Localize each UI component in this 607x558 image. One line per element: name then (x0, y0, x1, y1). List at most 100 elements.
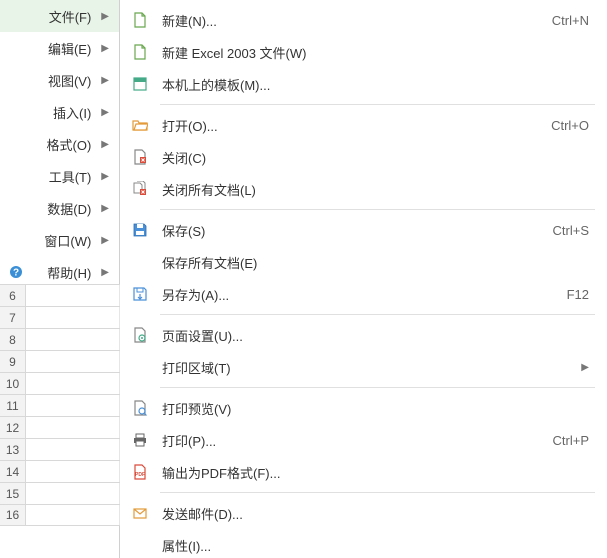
spreadsheet-grid: 6 7 8 9 10 11 12 13 14 15 16 (0, 284, 120, 526)
row-header[interactable]: 15 (0, 483, 26, 504)
close-doc-icon (130, 147, 150, 167)
cell[interactable] (26, 351, 120, 372)
menu-label: 关闭(C) (162, 148, 589, 167)
row-header[interactable]: 8 (0, 329, 26, 350)
menubar-item-file[interactable]: 文件(F) ▶ (0, 0, 119, 32)
menu-templates-local[interactable]: 本机上的模板(M)... (120, 68, 607, 100)
cell[interactable] (26, 439, 120, 460)
menubar-item-window[interactable]: 窗口(W) ▶ (0, 224, 119, 256)
sheet-row[interactable]: 14 (0, 460, 120, 482)
row-header[interactable]: 9 (0, 351, 26, 372)
menu-label: 保存所有文档(E) (162, 253, 589, 272)
close-all-icon (130, 179, 150, 199)
cell[interactable] (26, 285, 120, 306)
sheet-row[interactable]: 10 (0, 372, 120, 394)
row-header[interactable]: 14 (0, 461, 26, 482)
chevron-right-icon: ▶ (101, 11, 109, 22)
menubar-item-view[interactable]: 视图(V) ▶ (0, 64, 119, 96)
menu-print-area[interactable]: 打印区域(T) ▶ (120, 351, 607, 383)
menu-label: 页面设置(U)... (162, 326, 589, 345)
cell[interactable] (26, 307, 120, 328)
cell[interactable] (26, 395, 120, 416)
sheet-row[interactable]: 13 (0, 438, 120, 460)
blank-icon (130, 357, 150, 377)
menu-export-pdf[interactable]: PDF 输出为PDF格式(F)... (120, 456, 607, 488)
chevron-right-icon: ▶ (101, 267, 109, 278)
mail-icon (130, 503, 150, 523)
sheet-row[interactable]: 16 (0, 504, 120, 526)
cell[interactable] (26, 461, 120, 482)
cell[interactable] (26, 505, 120, 525)
menu-label: 打印区域(T) (162, 358, 573, 377)
menubar-item-tools[interactable]: 工具(T) ▶ (0, 160, 119, 192)
row-header[interactable]: 6 (0, 285, 26, 306)
menubar-label: 窗口(W) (30, 231, 97, 250)
cell[interactable] (26, 417, 120, 438)
blank-icon (8, 72, 24, 88)
menu-shortcut: Ctrl+S (553, 223, 589, 238)
menu-shortcut: Ctrl+P (553, 433, 589, 448)
menu-label: 新建(N)... (162, 11, 552, 30)
blank-icon (8, 104, 24, 120)
chevron-right-icon: ▶ (101, 75, 109, 86)
file-submenu: 新建(N)... Ctrl+N 新建 Excel 2003 文件(W) 本机上的… (120, 0, 607, 558)
blank-icon (8, 168, 24, 184)
sheet-row[interactable]: 12 (0, 416, 120, 438)
new-file-icon (130, 42, 150, 62)
menu-new[interactable]: 新建(N)... Ctrl+N (120, 4, 607, 36)
sheet-row[interactable]: 7 (0, 306, 120, 328)
sheet-row[interactable]: 11 (0, 394, 120, 416)
menu-label: 打开(O)... (162, 116, 551, 135)
templates-icon (130, 74, 150, 94)
menubar-item-edit[interactable]: 编辑(E) ▶ (0, 32, 119, 64)
sheet-row[interactable]: 8 (0, 328, 120, 350)
sheet-row[interactable]: 9 (0, 350, 120, 372)
blank-icon (8, 40, 24, 56)
menu-open[interactable]: 打开(O)... Ctrl+O (120, 109, 607, 141)
cell[interactable] (26, 483, 120, 504)
menu-close-all[interactable]: 关闭所有文档(L) (120, 173, 607, 205)
menu-new-excel2003[interactable]: 新建 Excel 2003 文件(W) (120, 36, 607, 68)
save-icon (130, 220, 150, 240)
menu-save[interactable]: 保存(S) Ctrl+S (120, 214, 607, 246)
menubar-label: 数据(D) (30, 199, 97, 218)
row-header[interactable]: 12 (0, 417, 26, 438)
menu-save-all[interactable]: 保存所有文档(E) (120, 246, 607, 278)
menu-label: 打印(P)... (162, 431, 553, 450)
row-header[interactable]: 11 (0, 395, 26, 416)
save-as-icon (130, 284, 150, 304)
row-header[interactable]: 13 (0, 439, 26, 460)
menubar-label: 帮助(H) (30, 263, 97, 282)
row-header[interactable]: 16 (0, 505, 26, 525)
row-header[interactable]: 7 (0, 307, 26, 328)
print-preview-icon (130, 398, 150, 418)
sheet-row[interactable]: 6 (0, 284, 120, 306)
page-setup-icon (130, 325, 150, 345)
menubar-label: 格式(O) (30, 135, 97, 154)
menubar-item-insert[interactable]: 插入(I) ▶ (0, 96, 119, 128)
sheet-row[interactable]: 15 (0, 482, 120, 504)
new-file-icon (130, 10, 150, 30)
menu-close[interactable]: 关闭(C) (120, 141, 607, 173)
menu-print[interactable]: 打印(P)... Ctrl+P (120, 424, 607, 456)
separator (160, 387, 595, 388)
menu-label: 保存(S) (162, 221, 553, 240)
svg-text:PDF: PDF (135, 472, 145, 478)
menu-properties[interactable]: 属性(I)... (120, 529, 607, 558)
menu-page-setup[interactable]: 页面设置(U)... (120, 319, 607, 351)
menubar-label: 编辑(E) (30, 39, 97, 58)
printer-icon (130, 430, 150, 450)
separator (160, 314, 595, 315)
cell[interactable] (26, 373, 120, 394)
row-header[interactable]: 10 (0, 373, 26, 394)
menu-print-preview[interactable]: 打印预览(V) (120, 392, 607, 424)
separator (160, 104, 595, 105)
menubar-label: 视图(V) (30, 71, 97, 90)
menu-send-mail[interactable]: 发送邮件(D)... (120, 497, 607, 529)
cell[interactable] (26, 329, 120, 350)
menubar-label: 文件(F) (30, 7, 97, 26)
menubar-item-data[interactable]: 数据(D) ▶ (0, 192, 119, 224)
menu-save-as[interactable]: 另存为(A)... F12 (120, 278, 607, 310)
menubar-item-format[interactable]: 格式(O) ▶ (0, 128, 119, 160)
menu-label: 属性(I)... (162, 536, 589, 555)
